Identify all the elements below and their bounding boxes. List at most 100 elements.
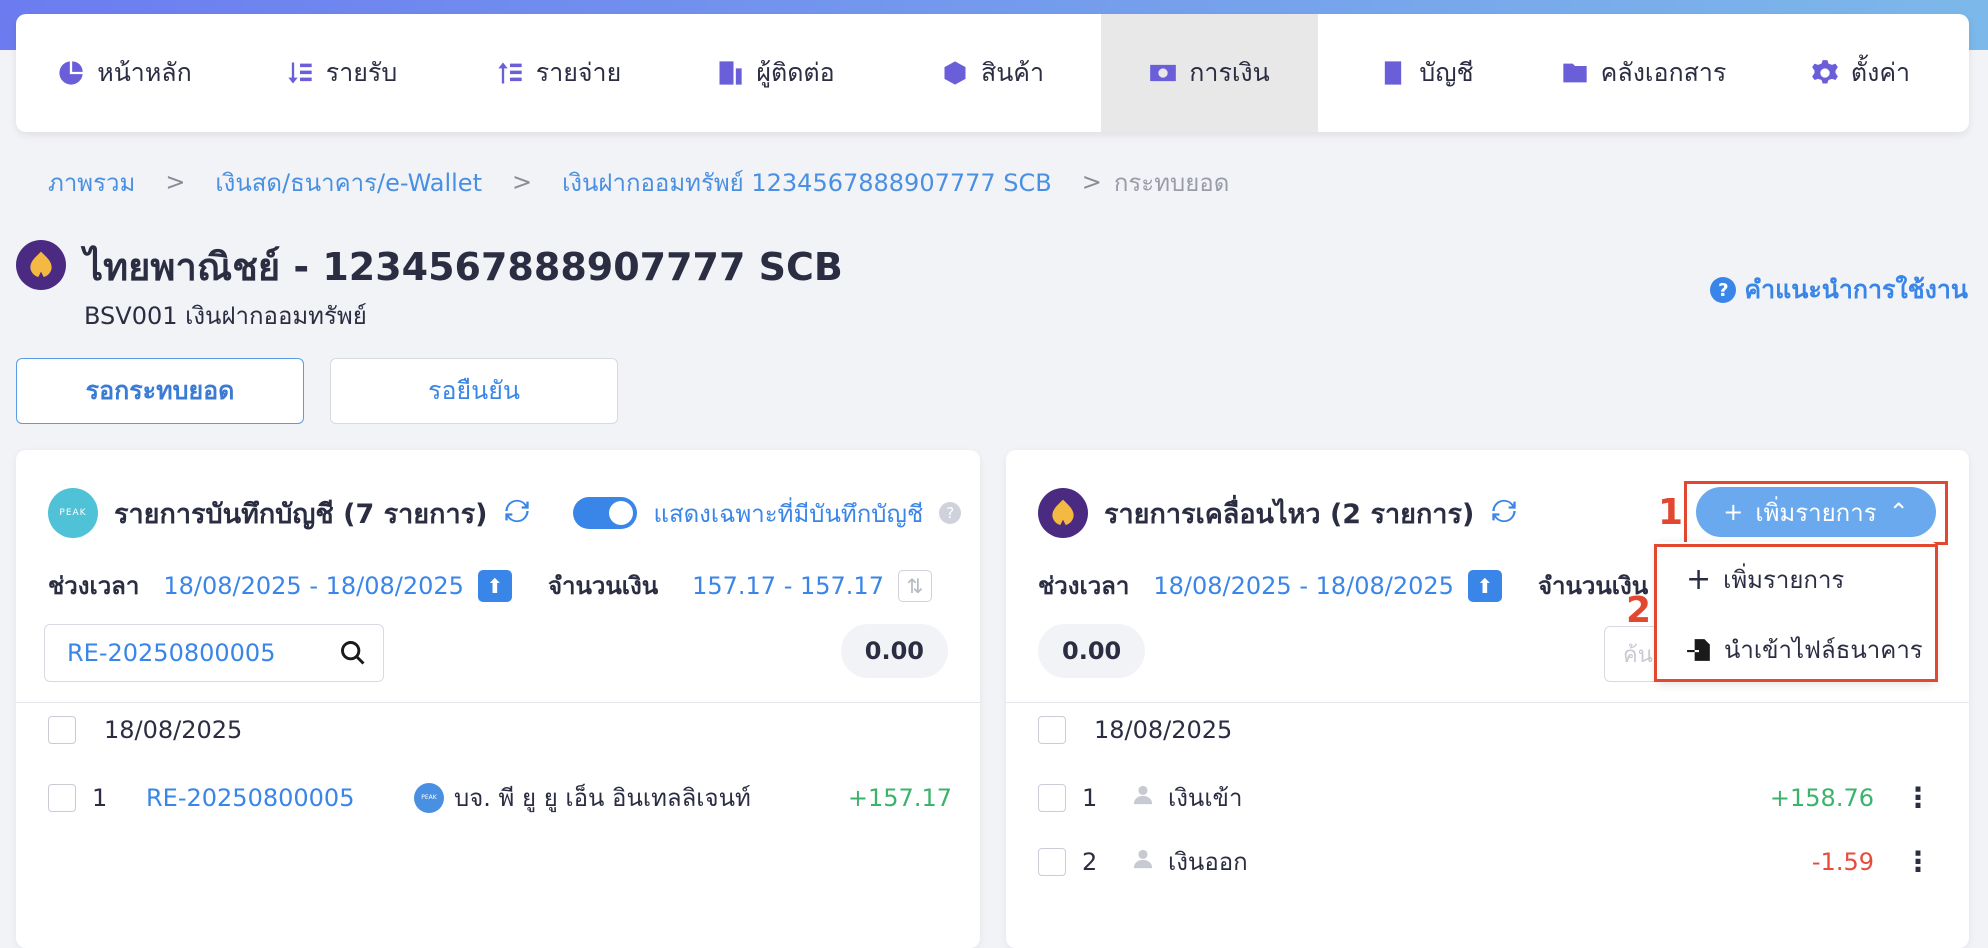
- nav-label: บัญชี: [1419, 58, 1474, 87]
- contact-name: บจ. พี ยู ยู เอ็น อินเทลลิเจนท์: [454, 784, 751, 812]
- tab-pending-reconcile[interactable]: รอกระทบยอด: [16, 358, 304, 424]
- row-amount: -1.59: [1811, 847, 1874, 876]
- sort-list-down-icon: [288, 62, 312, 84]
- breadcrumb-overview[interactable]: ภาพรวม: [48, 163, 135, 202]
- sort-amount-button[interactable]: ⇅: [897, 569, 932, 602]
- ledger-search-input[interactable]: RE-20250800005: [44, 624, 384, 682]
- amount-range-value[interactable]: 157.17 - 157.17: [692, 572, 884, 600]
- nav-item-expense[interactable]: รายจ่าย: [450, 14, 667, 132]
- period-label: ช่วงเวลา: [1038, 572, 1130, 600]
- nav-item-accounting[interactable]: บัญชี: [1318, 14, 1535, 132]
- ledger-panel-title: รายการบันทึกบัญชี (7 รายการ): [114, 498, 488, 530]
- table-row[interactable]: 2 เงินออก -1.59 ⋮: [1038, 842, 1932, 881]
- peak-contact-icon: PEAK: [414, 782, 444, 813]
- breadcrumb-current: กระทบยอด: [1113, 168, 1230, 197]
- refresh-icon[interactable]: [1490, 497, 1518, 529]
- row-number: 1: [1082, 783, 1098, 812]
- scb-logo: [16, 240, 66, 290]
- more-options-icon[interactable]: ⋮: [1904, 845, 1932, 878]
- breadcrumb: ภาพรวม > เงินสด/ธนาคาร/e-Wallet > เงินฝา…: [48, 162, 1229, 202]
- breadcrumb-separator: >: [511, 168, 533, 196]
- ledger-panel: PEAK รายการบันทึกบัญชี (7 รายการ) แสดงเฉ…: [16, 450, 980, 948]
- person-icon: [1132, 784, 1154, 812]
- document-link[interactable]: RE-20250800005: [146, 784, 414, 812]
- nav-item-products[interactable]: สินค้า: [884, 14, 1101, 132]
- chart-pie-icon: [59, 61, 83, 85]
- breadcrumb-account[interactable]: เงินฝากออมทรัพย์ 1234567888907777 SCB: [562, 163, 1052, 202]
- search-icon[interactable]: [339, 639, 367, 667]
- refresh-icon[interactable]: [503, 497, 531, 529]
- help-label: คำแนะนำการใช้งาน: [1744, 275, 1968, 304]
- scb-logo-small: [1038, 488, 1088, 538]
- highlight-box-2: [1654, 544, 1938, 682]
- sort-list-up-icon: [498, 62, 522, 84]
- nav-label: หน้าหลัก: [97, 58, 192, 87]
- ledger-total: 0.00: [840, 624, 948, 678]
- date-group-row: 18/08/2025: [48, 716, 242, 744]
- row-label: เงินเข้า: [1168, 784, 1243, 812]
- highlight-box-1: [1684, 481, 1948, 545]
- period-value[interactable]: 18/08/2025 - 18/08/2025: [1153, 572, 1454, 600]
- gear-icon: [1812, 60, 1838, 84]
- nav-item-settings[interactable]: ตั้งค่า: [1752, 14, 1969, 132]
- nav-label: รายจ่าย: [535, 58, 622, 87]
- nav-item-documents[interactable]: คลังเอกสาร: [1535, 14, 1752, 132]
- annotation-2: 2: [1626, 590, 1652, 631]
- scb-leaf-icon: [1052, 499, 1074, 525]
- divider: [1006, 702, 1969, 703]
- peak-logo: PEAK: [48, 488, 98, 538]
- row-checkbox[interactable]: [48, 783, 76, 812]
- row-checkbox[interactable]: [1038, 783, 1066, 812]
- period-value[interactable]: 18/08/2025 - 18/08/2025: [163, 572, 464, 600]
- help-link[interactable]: ? คำแนะนำการใช้งาน: [1710, 270, 1968, 310]
- tab-pending-confirm[interactable]: รอยืนยัน: [330, 358, 618, 424]
- sort-date-button[interactable]: ⬆: [1467, 569, 1502, 602]
- select-all-checkbox[interactable]: [1038, 716, 1066, 744]
- breadcrumb-cash-bank[interactable]: เงินสด/ธนาคาร/e-Wallet: [215, 163, 482, 202]
- row-checkbox[interactable]: [1038, 847, 1066, 876]
- scb-leaf-icon: [30, 251, 52, 277]
- row-number: 1: [92, 783, 108, 812]
- statement-panel-title: รายการเคลื่อนไหว (2 รายการ): [1104, 498, 1475, 530]
- table-row[interactable]: 1 เงินเข้า +158.76 ⋮: [1038, 778, 1932, 817]
- nav-item-finance[interactable]: การเงิน: [1101, 14, 1318, 132]
- show-recorded-toggle[interactable]: [573, 497, 638, 529]
- building-icon: [719, 61, 742, 85]
- box-icon: [944, 61, 966, 85]
- statement-total: 0.00: [1038, 624, 1146, 678]
- group-date: 18/08/2025: [1094, 716, 1233, 744]
- nav-label: ผู้ติดต่อ: [756, 58, 835, 87]
- sort-date-button[interactable]: ⬆: [477, 569, 512, 602]
- book-icon: [1385, 61, 1402, 85]
- search-value: RE-20250800005: [67, 639, 276, 667]
- divider: [16, 702, 980, 703]
- period-label: ช่วงเวลา: [48, 572, 140, 600]
- person-icon: [1132, 848, 1154, 876]
- nav-item-income[interactable]: รายรับ: [233, 14, 450, 132]
- breadcrumb-separator: >: [165, 168, 186, 196]
- page-title: ไทยพาณิชย์ - 1234567888907777 SCB: [84, 245, 843, 289]
- nav-item-contacts[interactable]: ผู้ติดต่อ: [667, 14, 884, 132]
- toggle-label: แสดงเฉพาะที่มีบันทึกบัญชี: [653, 499, 924, 528]
- nav-label: ตั้งค่า: [1850, 58, 1911, 87]
- nav-label: คลังเอกสาร: [1600, 58, 1727, 87]
- row-number: 2: [1082, 847, 1098, 876]
- nav-label: รายรับ: [325, 58, 398, 87]
- breadcrumb-separator: >: [1081, 168, 1102, 196]
- account-subtitle: BSV001 เงินฝากออมทรัพย์: [84, 302, 367, 330]
- row-amount: +157.17: [847, 783, 952, 812]
- nav-label: สินค้า: [980, 58, 1045, 87]
- question-icon[interactable]: ?: [939, 502, 962, 524]
- main-nav: หน้าหลัก รายรับ รายจ่าย ผู้ติดต่อ สินค้า…: [16, 14, 1969, 132]
- select-all-checkbox[interactable]: [48, 716, 76, 744]
- folder-icon: [1562, 63, 1587, 83]
- nav-label: การเงิน: [1189, 58, 1270, 87]
- money-icon: [1150, 64, 1177, 82]
- more-options-icon[interactable]: ⋮: [1904, 781, 1932, 814]
- amount-label: จำนวนเงิน: [547, 572, 659, 600]
- nav-item-home[interactable]: หน้าหลัก: [16, 14, 233, 132]
- date-group-row: 18/08/2025: [1038, 716, 1232, 744]
- row-amount: +158.76: [1769, 783, 1874, 812]
- annotation-1: 1: [1658, 492, 1684, 533]
- table-row[interactable]: 1 RE-20250800005 PEAK บจ. พี ยู ยู เอ็น …: [48, 778, 952, 817]
